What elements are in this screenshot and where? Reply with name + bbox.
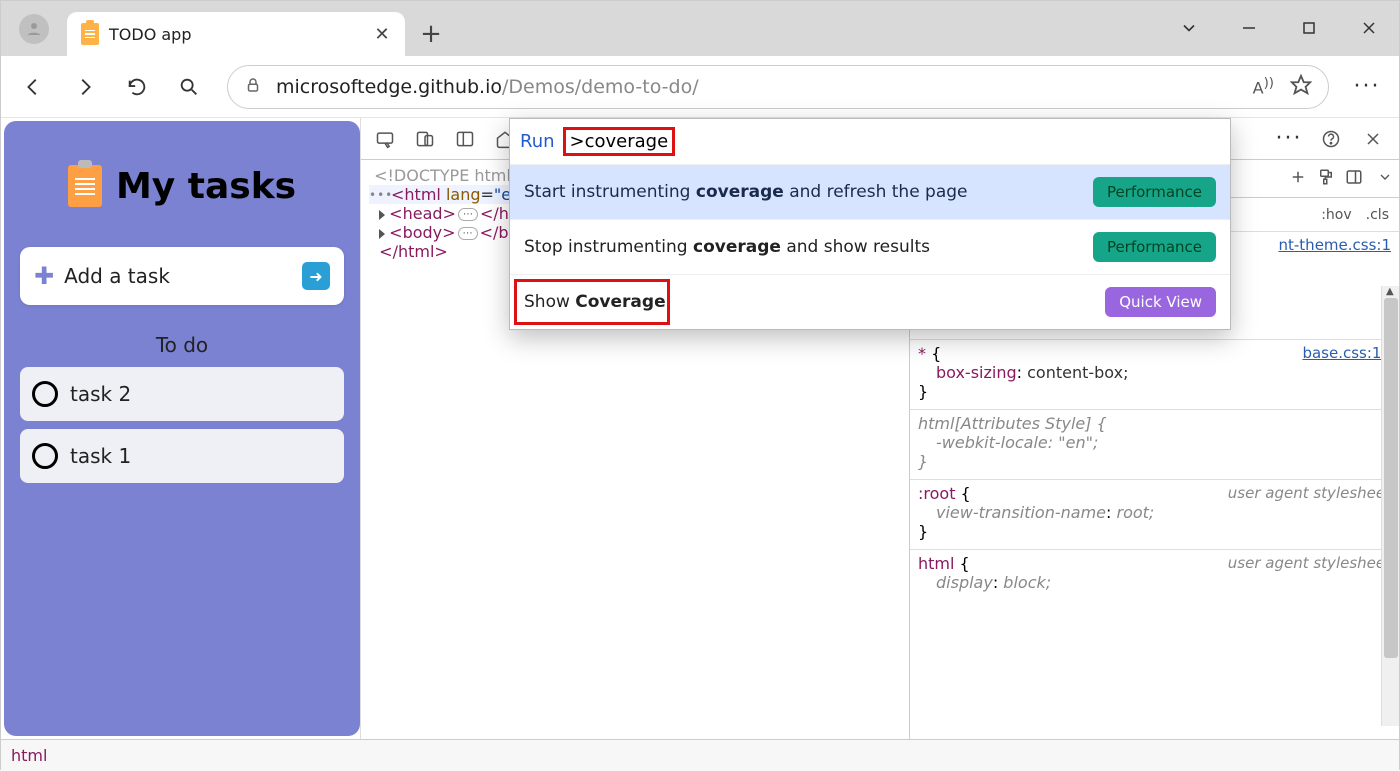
new-tab-button[interactable]: + <box>411 14 451 54</box>
device-toggle-icon[interactable] <box>407 121 443 157</box>
chevron-down-icon[interactable] <box>1377 169 1393 189</box>
command-item-label: Start instrumenting coverage and refresh… <box>524 182 1083 202</box>
clipboard-icon <box>68 165 102 207</box>
window-close-button[interactable] <box>1339 8 1399 48</box>
submit-task-button[interactable]: ➜ <box>302 262 330 290</box>
scrollbar[interactable]: ▲ <box>1381 286 1399 726</box>
window-chevron-icon[interactable] <box>1159 8 1219 48</box>
help-icon[interactable] <box>1313 121 1349 157</box>
browser-toolbar: microsoftedge.github.io/Demos/demo-to-do… <box>1 56 1399 118</box>
hov-toggle[interactable]: :hov <box>1321 207 1351 223</box>
computed-toggle-icon[interactable] <box>1345 168 1363 190</box>
url-text: microsoftedge.github.io/Demos/demo-to-do… <box>276 76 699 98</box>
new-style-rule-icon[interactable] <box>1289 168 1307 190</box>
task-label: task 1 <box>70 444 131 468</box>
command-category-badge: Quick View <box>1105 287 1216 317</box>
task-radio[interactable] <box>32 443 58 469</box>
refresh-button[interactable] <box>115 65 159 109</box>
command-item[interactable]: Stop instrumenting coverage and show res… <box>510 219 1230 274</box>
task-radio[interactable] <box>32 381 58 407</box>
settings-more-icon[interactable]: ··· <box>1271 121 1307 157</box>
css-rule[interactable]: user agent stylesheet :root { view-trans… <box>910 480 1399 550</box>
css-rule[interactable]: user agent stylesheet html { display: bl… <box>910 550 1399 600</box>
task-item[interactable]: task 1 <box>20 429 344 483</box>
search-button[interactable] <box>167 65 211 109</box>
inspect-icon[interactable] <box>367 121 403 157</box>
todo-app: My tasks ✚ Add a task ➜ To do task 2 task… <box>4 121 360 736</box>
tab-title: TODO app <box>109 25 363 44</box>
command-item-label: Show Coverage <box>524 292 1095 312</box>
task-label: task 2 <box>70 382 131 406</box>
rule-source-link[interactable]: base.css:15 <box>1302 344 1391 362</box>
app-title: My tasks <box>116 166 296 207</box>
plus-icon: ✚ <box>34 262 54 290</box>
window-maximize-button[interactable] <box>1279 8 1339 48</box>
favorite-icon[interactable] <box>1290 74 1312 100</box>
panel-layout-icon[interactable] <box>447 121 483 157</box>
devtools-close-button[interactable] <box>1355 121 1391 157</box>
devtools-panel: </>Elements ··· Run >coverage Start inst… <box>360 118 1399 739</box>
app-header: My tasks <box>20 165 344 207</box>
menu-button[interactable]: ··· <box>1345 65 1389 109</box>
tab-close-button[interactable]: ✕ <box>373 25 391 43</box>
command-category-badge: Performance <box>1093 177 1216 207</box>
window-titlebar: TODO app ✕ + <box>1 1 1399 56</box>
window-controls <box>1159 8 1399 48</box>
command-item[interactable]: Show Coverage Quick View <box>510 274 1230 329</box>
window-minimize-button[interactable] <box>1219 8 1279 48</box>
command-run-label: Run <box>520 131 555 152</box>
css-rule[interactable]: html[Attributes Style] { -webkit-locale:… <box>910 410 1399 480</box>
cls-toggle[interactable]: .cls <box>1366 207 1389 223</box>
scrollbar-thumb[interactable] <box>1384 298 1398 658</box>
address-bar[interactable]: microsoftedge.github.io/Demos/demo-to-do… <box>227 65 1329 109</box>
add-task-input[interactable]: ✚ Add a task ➜ <box>20 247 344 305</box>
command-query-box[interactable]: >coverage <box>563 127 676 156</box>
command-item-label: Stop instrumenting coverage and show res… <box>524 237 1083 257</box>
profile-avatar[interactable] <box>19 14 49 44</box>
dom-breadcrumb[interactable]: html <box>1 739 1399 771</box>
section-heading: To do <box>20 333 344 357</box>
add-task-placeholder: Add a task <box>64 264 292 288</box>
command-menu: Run >coverage Start instrumenting covera… <box>509 118 1231 330</box>
forward-button[interactable] <box>63 65 107 109</box>
tab-favicon-icon <box>81 23 99 45</box>
command-category-badge: Performance <box>1093 232 1216 262</box>
read-aloud-icon[interactable]: A)) <box>1253 76 1274 97</box>
paint-icon[interactable] <box>1317 168 1335 190</box>
rule-source-link[interactable]: nt-theme.css:1 <box>1279 236 1392 254</box>
back-button[interactable] <box>11 65 55 109</box>
browser-tab[interactable]: TODO app ✕ <box>67 12 405 56</box>
lock-icon <box>244 76 262 98</box>
css-rule[interactable]: base.css:15 * { box-sizing: content-box;… <box>910 340 1399 410</box>
task-item[interactable]: task 2 <box>20 367 344 421</box>
command-item[interactable]: Start instrumenting coverage and refresh… <box>510 164 1230 219</box>
